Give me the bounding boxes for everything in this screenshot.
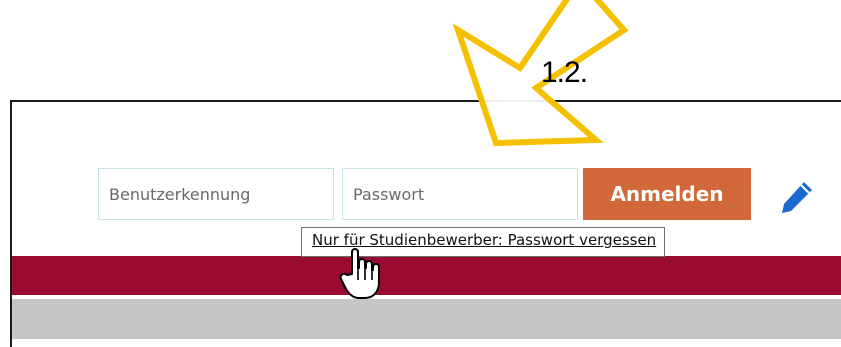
navigation-bar	[12, 256, 841, 295]
step-label: 1.2.	[541, 56, 588, 89]
tutorial-canvas: Anmelden Nur für Studienbewerber: Passwo…	[0, 0, 841, 347]
content-header-bar	[12, 299, 841, 339]
hand-pointer-icon	[339, 248, 380, 299]
username-input[interactable]	[98, 168, 334, 220]
pencil-icon[interactable]	[778, 178, 816, 216]
password-input[interactable]	[342, 168, 578, 220]
screenshot-frame: Anmelden Nur für Studienbewerber: Passwo…	[10, 100, 841, 347]
login-button[interactable]: Anmelden	[583, 168, 751, 220]
arrow-down-left-icon	[452, 0, 629, 146]
